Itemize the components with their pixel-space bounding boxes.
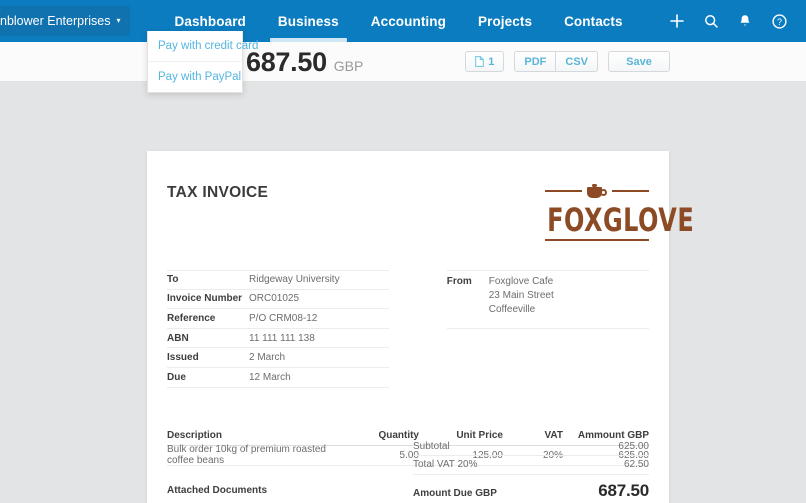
svg-text:?: ?	[776, 17, 781, 27]
total-label: Subtotal	[413, 440, 450, 452]
meta-key: Due	[167, 371, 186, 383]
pay-now-dropdown: Pay with credit card Pay with PayPal	[147, 31, 258, 93]
nav-label: Accounting	[370, 13, 446, 29]
page-title: TAX INVOICE	[167, 184, 269, 201]
export-buttons: PDF CSV	[514, 51, 598, 72]
invoice-document: TAX INVOICE FOXGLOVE To Ridgeway Univers…	[147, 151, 695, 503]
total-value: 625.00	[618, 440, 649, 452]
meta-row-invoice-number: Invoice Number ORC01025	[167, 290, 389, 310]
nav-item-contacts[interactable]: Contacts	[548, 0, 639, 42]
from-label: From	[446, 276, 472, 287]
meta-key: Invoice Number	[167, 293, 243, 305]
help-icon[interactable]: ?	[762, 0, 796, 42]
grand-total-label: Amount Due GBP	[413, 487, 497, 499]
chevron-down-icon: ▾	[116, 16, 121, 25]
meta-key: Issued	[167, 352, 199, 364]
coffee-cup-icon	[587, 184, 607, 198]
total-label: Total VAT 20%	[413, 459, 478, 471]
meta-value: P/O CRM08-12	[249, 312, 318, 324]
navbar-actions: ?	[660, 0, 806, 42]
total-row-subtotal: Subtotal 625.00	[413, 438, 649, 457]
company-logo: FOXGLOVE	[545, 184, 695, 242]
invoice-footer: Attached Documents Cafe for your coffee …	[167, 441, 649, 503]
col-description: Description	[167, 430, 223, 442]
total-row-amount-due: Amount Due GBP 687.50	[413, 475, 649, 503]
col-quantity: Quantity	[378, 430, 419, 442]
cell-description: Bulk order 10kg of premium roasted coffe…	[167, 444, 326, 467]
nav-item-business[interactable]: Business	[262, 0, 355, 42]
page-body: this bill? TAX INVOICE FOXGLOVE	[0, 82, 806, 503]
search-icon[interactable]	[694, 0, 728, 42]
invoice-from-block: From Foxglove Cafe 23 Main Street Coffee…	[446, 270, 649, 388]
meta-value: 2 March	[249, 352, 286, 364]
logo-wordmark: FOXGLOVE	[547, 201, 695, 239]
meta-value: Ridgeway University	[249, 274, 340, 286]
grand-total-value: 687.50	[598, 480, 649, 500]
meta-row-abn: ABN 11 111 111 138	[167, 329, 389, 349]
amount-value: 687.50	[246, 47, 327, 77]
meta-value: 11 111 111 138	[249, 332, 315, 344]
logo-rule-left	[545, 190, 582, 192]
pdf-button[interactable]: PDF	[514, 51, 557, 72]
logo-bottom-rule	[545, 239, 649, 242]
invoice-totals: Subtotal 625.00 Total VAT 20% 62.50 Amou…	[413, 438, 649, 503]
invoice-parties: To Ridgeway University Invoice Number OR…	[167, 266, 649, 388]
nav-label: Projects	[477, 13, 533, 29]
meta-key: Reference	[167, 312, 216, 324]
cell-quantity: 5.00	[399, 449, 419, 461]
attachments-button[interactable]: 1	[465, 51, 505, 72]
document-toolbar: 1 PDF CSV Save	[465, 51, 670, 72]
invoice-meta-table: To Ridgeway University Invoice Number OR…	[167, 270, 389, 388]
menu-item-pay-paypal[interactable]: Pay with PayPal	[148, 61, 242, 92]
meta-row-issued: Issued 2 March	[167, 348, 389, 368]
plus-icon[interactable]	[660, 0, 694, 42]
menu-item-pay-credit-card[interactable]: Pay with credit card	[148, 31, 258, 61]
invoice-amount-header: 687.50 GBP	[246, 47, 363, 78]
attachments-count: 1	[488, 55, 495, 68]
invoice-action-bar: Pay now 687.50 GBP 1 PDF CSV Save	[0, 42, 806, 82]
nav-label: Dashboard	[174, 13, 246, 29]
bell-icon[interactable]	[728, 0, 762, 42]
attached-documents: Attached Documents Cafe for your coffee …	[167, 485, 395, 503]
meta-key: To	[167, 274, 179, 286]
company-switcher[interactable]: nblower Enterprises ▾	[0, 6, 131, 36]
from-address: Foxglove Cafe 23 Main Street Coffeeville	[488, 276, 554, 316]
save-button[interactable]: Save	[608, 51, 670, 72]
meta-row-reference: Reference P/O CRM08-12	[167, 309, 389, 329]
document-icon	[475, 56, 485, 67]
attached-documents-title: Attached Documents	[167, 484, 268, 496]
total-value: 62.50	[623, 459, 649, 471]
invoice-header: TAX INVOICE FOXGLOVE	[167, 151, 695, 266]
meta-value: ORC01025	[249, 293, 300, 305]
meta-row-due: Due 12 March	[167, 368, 389, 388]
amount-currency: GBP	[333, 58, 364, 74]
logo-rule-right	[612, 190, 649, 192]
company-name: nblower Enterprises	[0, 14, 111, 28]
meta-key: ABN	[167, 332, 189, 344]
meta-value: 12 March	[249, 371, 291, 383]
page-scrollbar[interactable]	[800, 82, 806, 503]
nav-item-accounting[interactable]: Accounting	[355, 0, 462, 42]
meta-row-to: To Ridgeway University	[167, 270, 389, 290]
nav-label: Contacts	[564, 13, 623, 29]
nav-label: Business	[277, 13, 339, 29]
nav-item-projects[interactable]: Projects	[462, 0, 548, 42]
top-navbar: nblower Enterprises ▾ Dashboard Business…	[0, 0, 806, 42]
total-row-vat: Total VAT 20% 62.50	[413, 456, 649, 475]
logo-top-rule	[545, 184, 649, 198]
csv-button[interactable]: CSV	[556, 51, 598, 72]
